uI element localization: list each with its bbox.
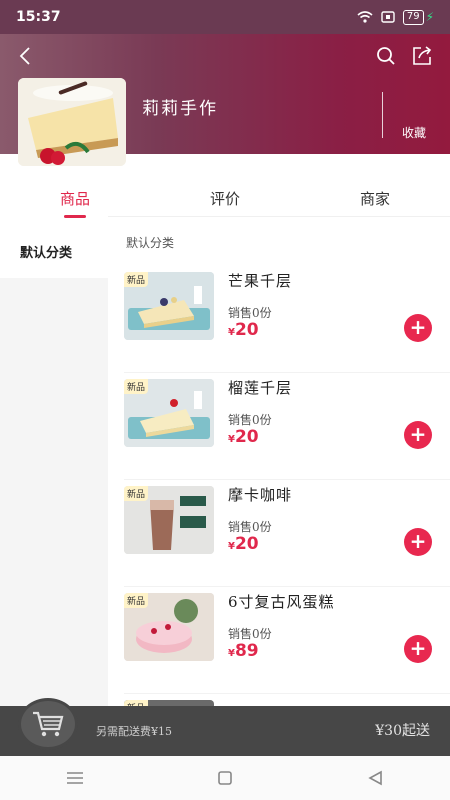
- back-nav-icon[interactable]: [355, 763, 395, 793]
- tab-label: 商家: [359, 190, 390, 208]
- product-image: 新品: [124, 486, 214, 554]
- share-icon[interactable]: [410, 44, 434, 68]
- delivery-fee-text: 另需配送费¥15: [96, 725, 172, 738]
- system-nav-bar: [0, 756, 450, 800]
- currency-symbol: ¥: [228, 327, 235, 338]
- product-name: 6寸复古风蛋糕: [228, 593, 335, 611]
- product-sales: 销售0份: [228, 627, 272, 641]
- product-image: 新品: [124, 593, 214, 661]
- tab-label: 商品: [59, 190, 90, 208]
- tab-merchant[interactable]: 商家: [300, 174, 450, 216]
- divider: [382, 92, 383, 138]
- tab-products[interactable]: 商品: [0, 174, 150, 218]
- menu-nav-icon[interactable]: [55, 763, 95, 793]
- cheesecake-image: [18, 78, 126, 166]
- divider: [108, 216, 450, 217]
- price-value: 20: [234, 534, 259, 554]
- price-value: 20: [234, 320, 259, 340]
- product-price: ¥20: [228, 427, 259, 447]
- cart-button[interactable]: [18, 698, 78, 750]
- tab-label: 评价: [209, 190, 240, 208]
- tab-reviews[interactable]: 评价: [150, 174, 300, 216]
- back-arrow-icon[interactable]: [14, 44, 38, 68]
- add-to-cart-button[interactable]: +: [404, 421, 432, 449]
- product-item[interactable]: 新品 芒果千层 销售0份 ¥20 +: [124, 266, 450, 373]
- product-name: 摩卡咖啡: [228, 486, 293, 504]
- status-icons: 79 ⚡: [357, 9, 434, 25]
- category-sidebar: 默认分类: [0, 218, 108, 758]
- home-nav-icon[interactable]: [205, 763, 245, 793]
- product-list: 默认分类 新品 芒果千层 销售0份 ¥20 + 新品 榴莲千层 销售0份 ¥20…: [108, 218, 450, 758]
- new-badge: 新品: [124, 486, 149, 501]
- shop-header: 莉莉手作 收藏: [0, 34, 450, 166]
- new-badge: 新品: [124, 272, 149, 287]
- add-to-cart-button[interactable]: +: [404, 635, 432, 663]
- battery-indicator: 79 ⚡: [402, 9, 434, 25]
- battery-level: 79: [402, 9, 424, 25]
- product-image: 新品: [124, 379, 214, 447]
- cart-icon: [33, 711, 64, 737]
- product-item[interactable]: 新品 榴莲千层 销售0份 ¥20 +: [124, 373, 450, 480]
- cart-bar: 另需配送费¥15 ¥30起送: [0, 698, 450, 756]
- search-icon[interactable]: [374, 44, 398, 68]
- currency-symbol: ¥: [228, 541, 235, 552]
- price-value: 89: [234, 641, 259, 661]
- sim-icon: [381, 11, 395, 23]
- status-bar: 15:37 79 ⚡: [0, 0, 450, 34]
- shop-name: 莉莉手作: [142, 99, 218, 119]
- new-badge: 新品: [124, 593, 149, 608]
- product-name: 芒果千层: [228, 272, 293, 290]
- charging-icon: ⚡: [425, 10, 434, 24]
- product-price: ¥20: [228, 320, 259, 340]
- add-to-cart-button[interactable]: +: [404, 528, 432, 556]
- tab-bar: 商品 评价 商家: [0, 174, 450, 218]
- category-heading: 默认分类: [126, 236, 175, 250]
- product-sales: 销售0份: [228, 520, 272, 534]
- sidebar-item-label: 默认分类: [20, 246, 73, 261]
- product-sales: 销售0份: [228, 306, 272, 320]
- min-order-button[interactable]: ¥30起送: [375, 720, 430, 740]
- product-image: 新品: [124, 272, 214, 340]
- product-price: ¥89: [228, 641, 259, 661]
- product-item[interactable]: 新品 摩卡咖啡 销售0份 ¥20 +: [124, 480, 450, 587]
- product-name: 榴莲千层: [228, 379, 293, 397]
- new-badge: 新品: [124, 379, 149, 394]
- sidebar-item-default-category[interactable]: 默认分类: [0, 218, 108, 278]
- product-item[interactable]: 新品 6寸复古风蛋糕 销售0份 ¥89 +: [124, 587, 450, 694]
- product-price: ¥20: [228, 534, 259, 554]
- status-time: 15:37: [16, 9, 61, 25]
- add-to-cart-button[interactable]: +: [404, 314, 432, 342]
- wifi-icon: [357, 11, 373, 23]
- shop-thumbnail: [18, 78, 126, 166]
- price-value: 20: [234, 427, 259, 447]
- currency-symbol: ¥: [228, 434, 235, 445]
- favorite-button[interactable]: 收藏: [402, 124, 426, 141]
- product-sales: 销售0份: [228, 413, 272, 427]
- currency-symbol: ¥: [228, 648, 235, 659]
